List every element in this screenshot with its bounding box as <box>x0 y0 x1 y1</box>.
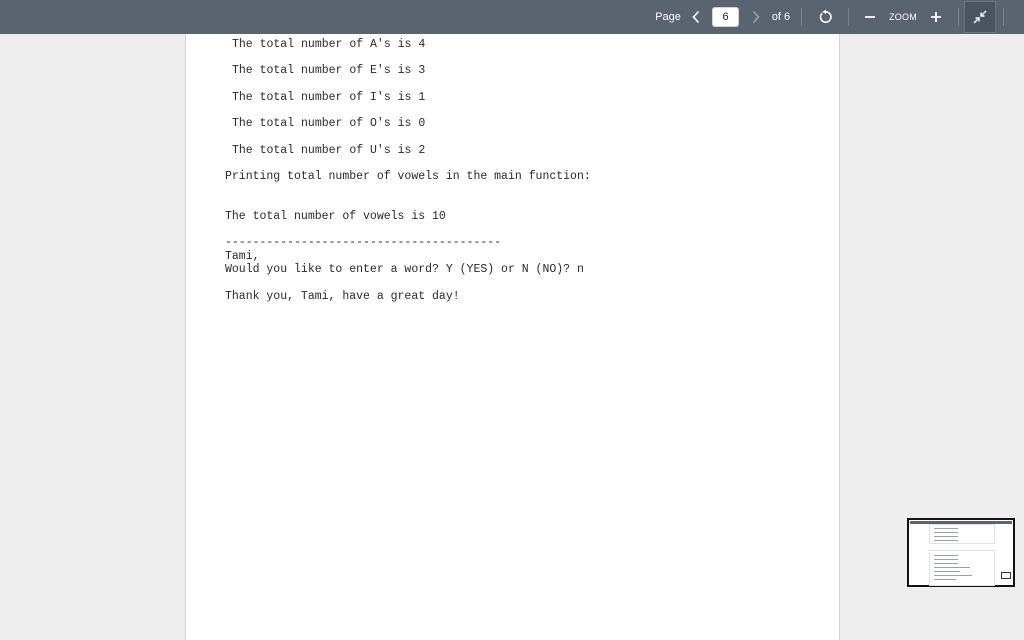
toolbar-divider <box>958 8 959 26</box>
toolbar-divider <box>848 8 849 26</box>
zoom-label: ZOOM <box>889 12 917 22</box>
output-line: The total number of E's is 3 <box>232 64 426 77</box>
toolbar-divider <box>801 8 802 26</box>
output-line: The total number of I's is 1 <box>232 91 426 104</box>
minus-icon <box>865 16 875 18</box>
rotate-button[interactable] <box>814 0 838 34</box>
collapse-icon <box>973 10 987 24</box>
toolbar-divider <box>1003 8 1004 26</box>
output-line: Tami, <box>225 250 260 263</box>
output-line: Thank you, Tami, have a great day! <box>225 290 460 303</box>
previous-page-button[interactable] <box>686 0 706 34</box>
separator-line: ---------------------------------------- <box>225 236 502 249</box>
output-line: Would you like to enter a word? Y (YES) … <box>225 263 584 276</box>
rotate-icon <box>819 9 832 23</box>
document-page: The total number of A's is 4 The total n… <box>185 34 840 640</box>
next-page-button[interactable] <box>746 0 766 34</box>
page-label: Page <box>655 11 681 23</box>
thumbnail-page <box>929 550 995 586</box>
zoom-out-button[interactable] <box>860 0 880 34</box>
thumbnail-page <box>929 524 995 544</box>
output-line: The total number of A's is 4 <box>232 38 426 51</box>
zoom-in-button[interactable] <box>926 0 946 34</box>
chevron-right-icon <box>752 10 760 24</box>
page-thumbnail-navigator[interactable] <box>907 518 1015 587</box>
exit-fullscreen-button[interactable] <box>964 1 996 33</box>
thumbnail-viewport-indicator[interactable] <box>1001 572 1011 579</box>
page-count-label: of 6 <box>771 11 791 23</box>
page-number-input[interactable] <box>712 7 739 27</box>
output-line: The total number of vowels is 10 <box>225 210 446 223</box>
output-line: The total number of O's is 0 <box>232 117 426 130</box>
output-line: Printing total number of vowels in the m… <box>225 170 591 183</box>
plus-icon <box>931 12 941 22</box>
pdf-toolbar: Page of 6 ZOOM <box>0 0 1024 34</box>
output-line: The total number of U's is 2 <box>232 144 426 157</box>
chevron-left-icon <box>692 10 700 24</box>
